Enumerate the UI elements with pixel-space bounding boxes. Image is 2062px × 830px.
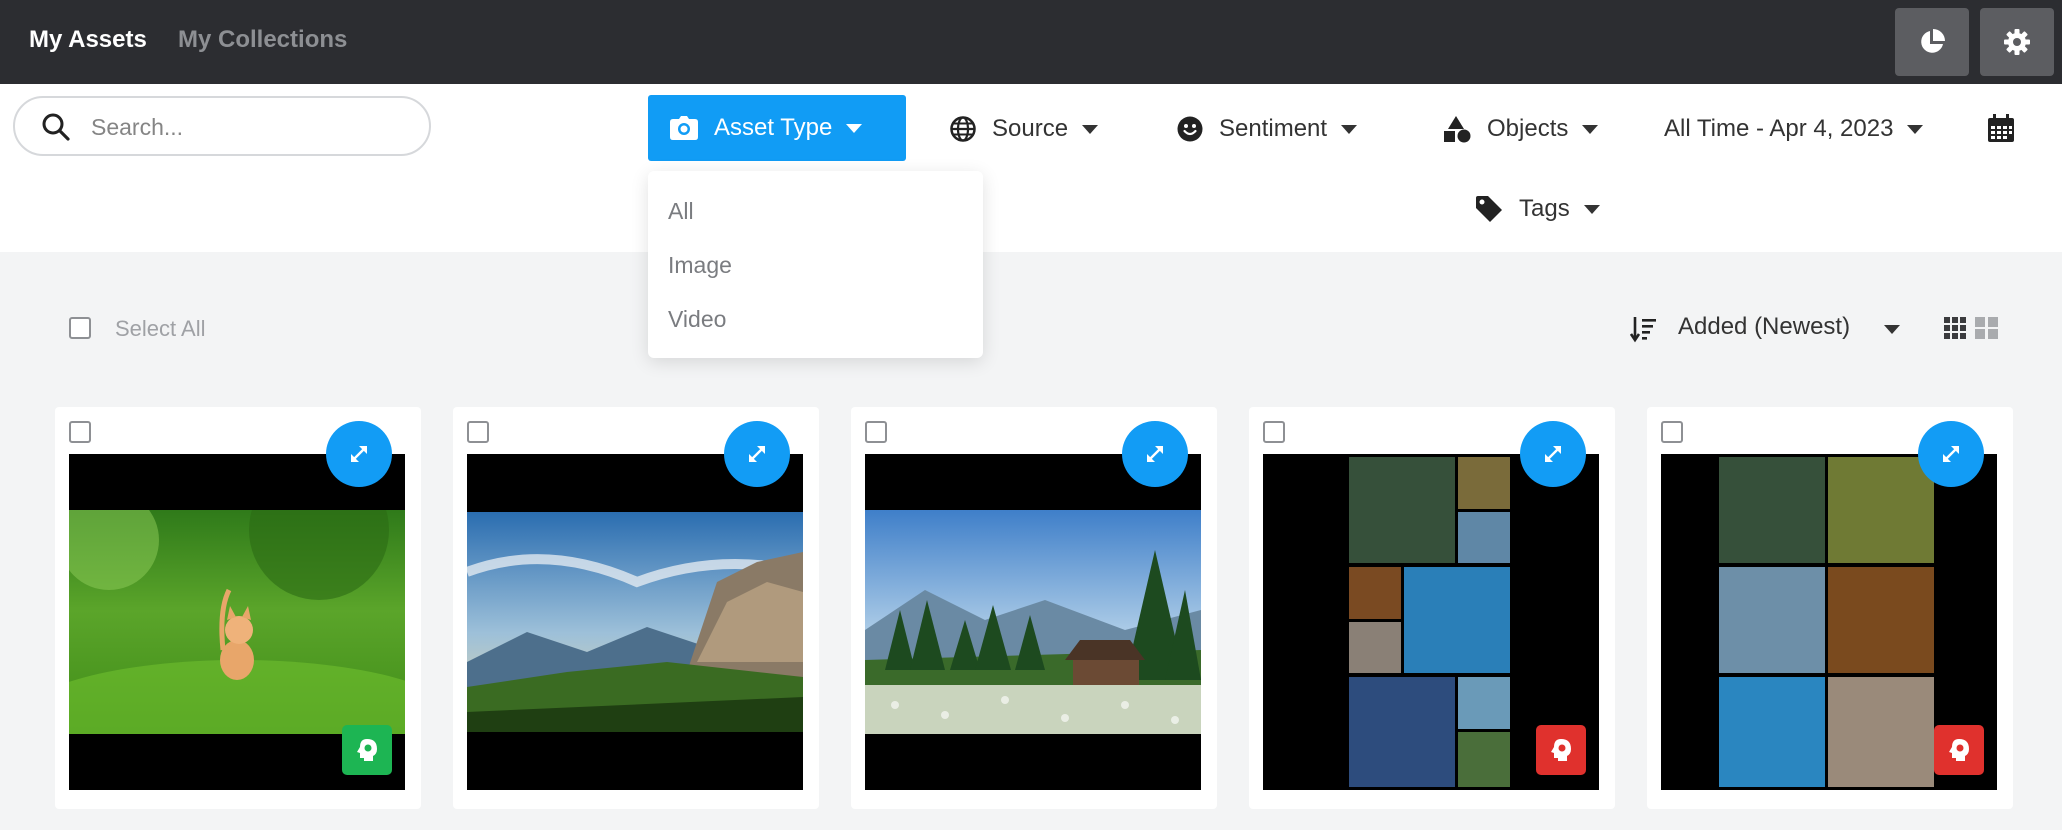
asset-card[interactable] — [851, 407, 1217, 809]
calendar-icon[interactable] — [1988, 114, 2014, 142]
sentiment-badge — [1536, 725, 1586, 775]
search-input[interactable] — [91, 110, 411, 144]
source-label: Source — [992, 115, 1069, 142]
sentiment-badge — [342, 725, 392, 775]
tag-icon — [1476, 196, 1502, 222]
expand-button[interactable] — [1520, 421, 1586, 487]
chevron-down-icon — [1082, 124, 1099, 134]
chevron-down-icon — [1583, 204, 1600, 214]
filter-bar: Asset Type Source Sentiment Objects — [0, 84, 2062, 252]
tags-label: Tags — [1519, 195, 1570, 222]
objects-label: Objects — [1487, 115, 1569, 142]
sentiment-badge — [1934, 725, 1984, 775]
sort-dropdown[interactable]: Added (Newest) — [1678, 313, 1850, 341]
asset-type-menu: All Image Video — [648, 171, 983, 358]
chevron-down-icon — [1907, 124, 1924, 134]
expand-icon — [351, 446, 367, 462]
asset-checkbox[interactable] — [69, 421, 91, 443]
camera-icon — [670, 116, 698, 140]
search-box — [13, 96, 431, 156]
asset-card[interactable] — [1647, 407, 2013, 809]
expand-icon — [1545, 446, 1561, 462]
asset-checkbox[interactable] — [865, 421, 887, 443]
sentiment-filter[interactable]: Sentiment — [1177, 106, 1358, 152]
select-all-checkbox[interactable] — [69, 317, 91, 339]
menu-item-image[interactable]: Image — [668, 252, 732, 279]
date-range-filter[interactable]: All Time - Apr 4, 2023 — [1664, 106, 1924, 152]
asset-type-filter[interactable]: Asset Type — [648, 95, 906, 161]
tab-my-collections[interactable]: My Collections — [178, 26, 347, 54]
asset-thumbnail[interactable] — [467, 454, 803, 790]
menu-item-all[interactable]: All — [668, 198, 694, 225]
head-icon — [1551, 739, 1571, 761]
asset-thumbnail[interactable] — [865, 454, 1201, 790]
pie-chart-icon — [1921, 29, 1945, 53]
chevron-down-icon[interactable] — [1884, 325, 1900, 334]
expand-icon — [749, 446, 765, 462]
top-nav: My Assets My Collections — [0, 0, 2062, 84]
source-filter[interactable]: Source — [950, 106, 1099, 152]
stats-button[interactable] — [1895, 8, 1969, 76]
settings-button[interactable] — [1980, 8, 2054, 76]
chevron-down-icon — [846, 123, 863, 133]
expand-icon — [1147, 446, 1163, 462]
asset-checkbox[interactable] — [467, 421, 489, 443]
chevron-down-icon — [1582, 124, 1599, 134]
expand-button[interactable] — [1122, 421, 1188, 487]
expand-button[interactable] — [724, 421, 790, 487]
asset-checkbox[interactable] — [1263, 421, 1285, 443]
sentiment-label: Sentiment — [1219, 115, 1328, 142]
asset-checkbox[interactable] — [1661, 421, 1683, 443]
head-icon — [357, 739, 377, 761]
objects-filter[interactable]: Objects — [1443, 106, 1599, 152]
asset-type-label: Asset Type — [714, 114, 833, 141]
smiley-icon — [1177, 116, 1203, 142]
globe-icon — [950, 116, 976, 142]
asset-card[interactable] — [453, 407, 819, 809]
date-range-label: All Time - Apr 4, 2023 — [1664, 115, 1894, 142]
shapes-icon — [1444, 116, 1471, 143]
head-icon — [1949, 739, 1969, 761]
expand-button[interactable] — [326, 421, 392, 487]
search-icon — [42, 113, 70, 141]
gear-icon — [2004, 29, 2030, 55]
sort-descending-icon[interactable] — [1630, 315, 1658, 343]
asset-card[interactable] — [1249, 407, 1615, 809]
chevron-down-icon — [1341, 124, 1358, 134]
tab-my-assets[interactable]: My Assets — [29, 26, 147, 54]
menu-item-video[interactable]: Video — [668, 306, 726, 333]
expand-button[interactable] — [1918, 421, 1984, 487]
grid-view-icon[interactable] — [1944, 317, 2000, 339]
tags-filter[interactable]: Tags — [1475, 186, 1600, 232]
expand-icon — [1943, 446, 1959, 462]
asset-card[interactable] — [55, 407, 421, 809]
select-all-label[interactable]: Select All — [115, 316, 206, 342]
